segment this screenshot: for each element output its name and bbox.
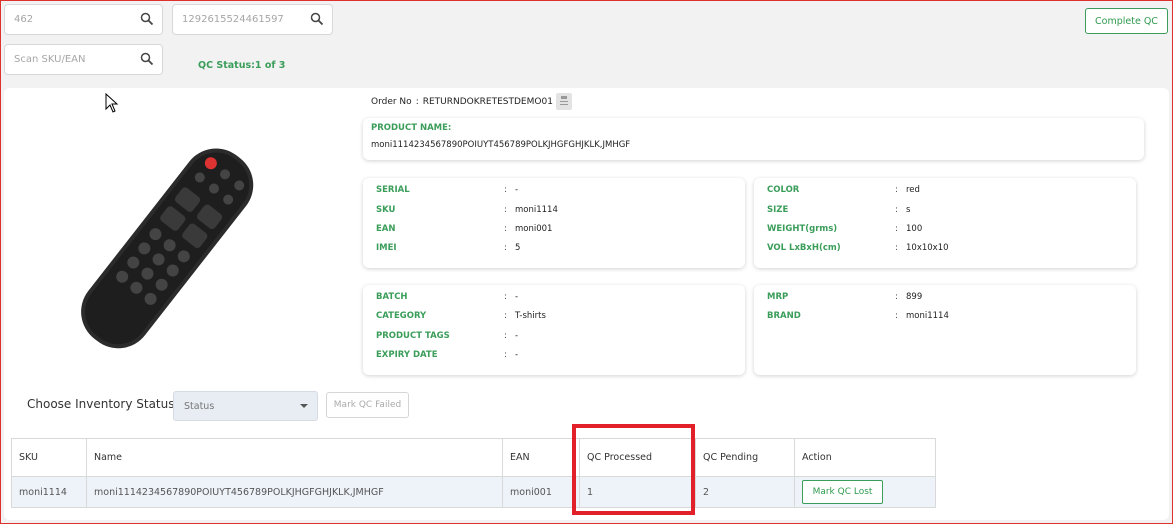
inventory-status-label: Choose Inventory Status bbox=[27, 397, 175, 411]
details-card-identifiers: SERIAL: - SKU: moni1114 EAN: moni001 IMEI:5 bbox=[363, 178, 745, 268]
cell-ean: moni001 bbox=[502, 476, 580, 508]
table-row: moni1114 moni1114234567890POIUYT456789PO… bbox=[11, 476, 936, 508]
product-name-value: moni1114234567890POIUYT456789POLKJHGFGHJ… bbox=[371, 140, 631, 150]
inventory-status-value: Status bbox=[184, 401, 215, 412]
order-colon: : bbox=[415, 97, 419, 107]
scan-sku-ean-input[interactable] bbox=[5, 45, 162, 74]
mouse-pointer-icon bbox=[105, 93, 119, 113]
details-card-batch: BATCH: - CATEGORY: T-shirts PRODUCT TAGS: -… bbox=[363, 285, 745, 375]
search-icon[interactable] bbox=[310, 12, 324, 26]
details-card-attributes: COLOR: red SIZE: s WEIGHT(grms):100 VOL Lx… bbox=[754, 178, 1136, 268]
search-icon[interactable] bbox=[140, 12, 154, 26]
search-box-1[interactable] bbox=[4, 4, 163, 35]
scan-sku-ean-box[interactable] bbox=[4, 44, 163, 75]
column-header-qc-processed: QC Processed bbox=[579, 438, 696, 477]
column-header-ean: EAN bbox=[502, 438, 580, 477]
product-image bbox=[81, 148, 254, 349]
column-header-action: Action bbox=[794, 438, 936, 477]
search-box-2[interactable] bbox=[172, 4, 333, 35]
search-input-1[interactable] bbox=[5, 5, 162, 34]
order-number: Order No : RETURNDOKRETESTDEMO01 bbox=[371, 97, 553, 107]
cell-qc-processed: 1 bbox=[579, 476, 696, 508]
column-header-name: Name bbox=[86, 438, 503, 477]
table-header-row: SKU Name EAN QC Processed QC Pending Act… bbox=[11, 438, 936, 477]
qc-items-table: SKU Name EAN QC Processed QC Pending Act… bbox=[11, 438, 936, 508]
complete-qc-button[interactable]: Complete QC bbox=[1085, 8, 1168, 34]
column-header-qc-pending: QC Pending bbox=[695, 438, 795, 477]
caret-down-icon bbox=[300, 404, 308, 408]
cell-qc-pending: 2 bbox=[695, 476, 795, 508]
cell-name: moni1114234567890POIUYT456789POLKJHGFGHJ… bbox=[86, 476, 503, 508]
mark-qc-failed-button[interactable]: Mark QC Failed bbox=[326, 392, 409, 418]
search-icon[interactable] bbox=[140, 52, 154, 66]
cell-sku: moni1114 bbox=[11, 476, 87, 508]
order-value: RETURNDOKRETESTDEMO01 bbox=[422, 97, 553, 107]
column-header-sku: SKU bbox=[11, 438, 87, 477]
qc-status-text: QC Status:1 of 3 bbox=[198, 60, 286, 71]
search-input-2[interactable] bbox=[173, 5, 332, 34]
mark-qc-lost-button[interactable]: Mark QC Lost bbox=[802, 480, 883, 504]
details-card-pricing: MRP:899 BRAND: moni1114 bbox=[754, 285, 1136, 375]
order-label: Order No bbox=[371, 97, 412, 107]
cell-action: Mark QC Lost bbox=[794, 476, 936, 508]
copy-icon[interactable] bbox=[556, 93, 572, 110]
product-name-card: PRODUCT NAME: moni1114234567890POIUYT456… bbox=[363, 118, 1144, 160]
inventory-status-select[interactable]: Status bbox=[173, 391, 318, 421]
product-name-label: PRODUCT NAME: bbox=[371, 123, 452, 133]
